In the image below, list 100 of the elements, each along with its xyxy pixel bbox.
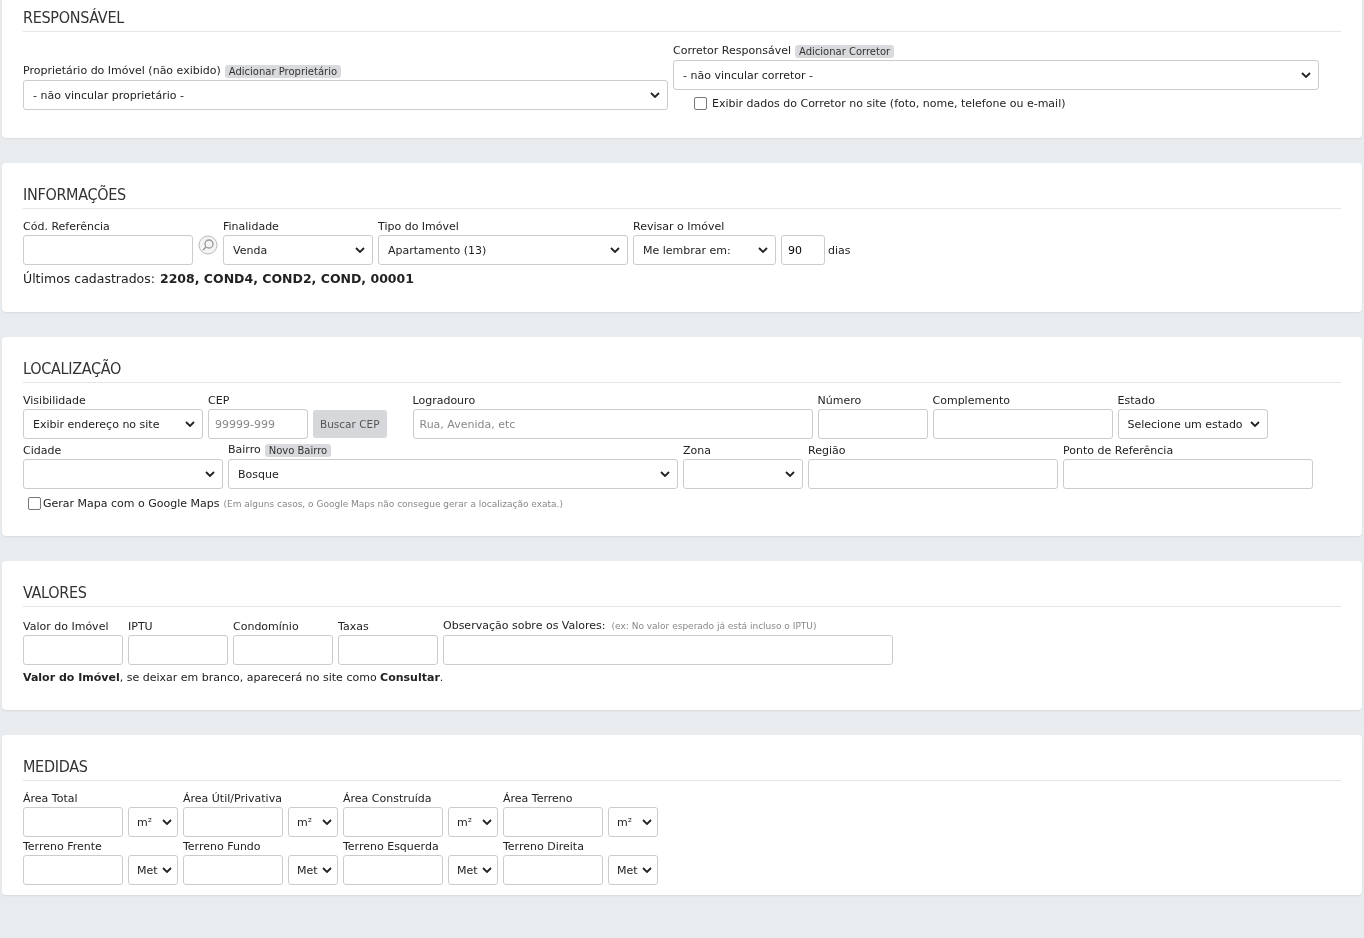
- field-label: Taxas: [338, 619, 370, 635]
- add-owner-button[interactable]: Adicionar Proprietário: [224, 64, 342, 78]
- input-field[interactable]: [808, 459, 1058, 489]
- select-field[interactable]: [23, 459, 223, 489]
- chevron-down-icon: [610, 247, 620, 253]
- field-label: CEP: [208, 393, 231, 409]
- chevron-down-icon: [482, 867, 492, 873]
- field-label: Visibilidade: [23, 393, 87, 409]
- checkbox[interactable]: [694, 97, 707, 110]
- search-icon[interactable]: [198, 235, 218, 255]
- input-field[interactable]: [233, 635, 333, 665]
- chevron-down-icon: [650, 92, 660, 98]
- input-field[interactable]: [23, 235, 193, 265]
- input-field[interactable]: 90: [781, 235, 825, 265]
- section-title: RESPONSÁVEL: [23, 8, 1341, 32]
- checkbox-label: Gerar Mapa com o Google Maps: [43, 497, 220, 510]
- select-field[interactable]: [683, 459, 803, 489]
- input-field[interactable]: 99999-999: [208, 409, 308, 439]
- field-label: Proprietário do Imóvel (não exibido): [23, 63, 221, 79]
- section-title: LOCALIZAÇÃO: [23, 359, 1341, 383]
- field-label: IPTU: [128, 619, 154, 635]
- input-field[interactable]: Rua, Avenida, etc: [412, 409, 813, 439]
- input-field[interactable]: [932, 409, 1113, 439]
- select-field[interactable]: Me lembrar em:: [633, 235, 776, 265]
- add-broker-button[interactable]: Adicionar Corretor: [795, 44, 895, 58]
- field-label: Bairro: [228, 442, 261, 458]
- input-field[interactable]: [343, 807, 443, 837]
- select-field[interactable]: - não vincular proprietário -: [23, 80, 668, 110]
- field-label: Estado: [1117, 393, 1156, 409]
- chevron-down-icon: [1249, 421, 1260, 427]
- field-label: Complemento: [932, 393, 1011, 409]
- search-cep-button[interactable]: Buscar CEP: [313, 410, 387, 438]
- section-title: INFORMAÇÕES: [23, 185, 1341, 209]
- chevron-down-icon: [355, 247, 365, 253]
- field-label: Número: [817, 393, 863, 409]
- input-field[interactable]: [23, 855, 123, 885]
- chevron-down-icon: [785, 471, 795, 477]
- hint-text: (Em alguns casos, o Google Maps não consegue gerar a localização exata.): [223, 498, 563, 509]
- checkbox[interactable]: [28, 497, 41, 510]
- input-field[interactable]: [817, 409, 928, 439]
- input-field[interactable]: [443, 635, 893, 665]
- input-field[interactable]: [338, 635, 438, 665]
- chevron-down-icon: [322, 867, 332, 873]
- field-label: Região: [808, 443, 847, 459]
- input-field[interactable]: [503, 807, 603, 837]
- field-label: Cód. Referência: [23, 219, 111, 235]
- chevron-down-icon: [642, 867, 652, 873]
- select-field[interactable]: m²: [448, 807, 498, 837]
- select-field[interactable]: Met: [128, 855, 178, 885]
- input-field[interactable]: [183, 807, 283, 837]
- select-field[interactable]: m²: [288, 807, 338, 837]
- select-field[interactable]: Apartamento (13): [378, 235, 628, 265]
- field-label: Finalidade: [223, 219, 280, 235]
- field-label: Tipo do Imóvel: [378, 219, 460, 235]
- checkbox-label: Exibir dados do Corretor no site (foto, nome, telefone ou e-mail): [712, 97, 1066, 110]
- hint-text: (ex: No valor esperado já está incluso o IPTU): [611, 621, 817, 631]
- input-field[interactable]: [23, 635, 123, 665]
- select-field[interactable]: Selecione um estado: [1117, 409, 1268, 439]
- select-field[interactable]: Met: [608, 855, 658, 885]
- field-label: Terreno Esquerda: [343, 839, 440, 855]
- field-label: Valor do Imóvel: [23, 619, 110, 635]
- chevron-down-icon: [482, 819, 492, 825]
- field-label: Zona: [683, 443, 712, 459]
- input-field[interactable]: [23, 807, 123, 837]
- input-field[interactable]: [128, 635, 228, 665]
- input-field[interactable]: [343, 855, 443, 885]
- field-label: Terreno Fundo: [183, 839, 262, 855]
- select-field[interactable]: m²: [128, 807, 178, 837]
- select-field[interactable]: Met: [288, 855, 338, 885]
- field-label: Ponto de Referência: [1063, 443, 1175, 459]
- field-label: Observação sobre os Valores:: [443, 618, 606, 634]
- field-label: Logradouro: [412, 393, 477, 409]
- new-neighborhood-button[interactable]: Novo Bairro: [264, 443, 332, 457]
- chevron-down-icon: [185, 421, 195, 427]
- field-label: Área Útil/Privativa: [183, 791, 283, 807]
- select-field[interactable]: Met: [448, 855, 498, 885]
- field-label: Revisar o Imóvel: [633, 219, 726, 235]
- field-label: Condomínio: [233, 619, 300, 635]
- input-field[interactable]: [503, 855, 603, 885]
- chevron-down-icon: [642, 819, 652, 825]
- section-title: VALORES: [23, 583, 1341, 607]
- field-label: Terreno Frente: [23, 839, 103, 855]
- chevron-down-icon: [162, 819, 172, 825]
- input-field[interactable]: [1063, 459, 1313, 489]
- field-label: Terreno Direita: [503, 839, 585, 855]
- chevron-down-icon: [205, 471, 215, 477]
- select-field[interactable]: - não vincular corretor -: [673, 60, 1319, 90]
- select-field[interactable]: Exibir endereço no site: [23, 409, 203, 439]
- select-field[interactable]: m²: [608, 807, 658, 837]
- field-label: Área Terreno: [503, 791, 574, 807]
- select-field[interactable]: Bosque: [228, 459, 678, 489]
- input-field[interactable]: [183, 855, 283, 885]
- chevron-down-icon: [1301, 72, 1311, 78]
- recent-codes: 2208, COND4, COND2, COND, 00001: [159, 271, 414, 286]
- recent-label: Últimos cadastrados:: [23, 271, 155, 286]
- chevron-down-icon: [758, 247, 768, 253]
- field-label: Área Construída: [343, 791, 433, 807]
- section-title: MEDIDAS: [23, 757, 1341, 781]
- select-field[interactable]: Venda: [223, 235, 373, 265]
- chevron-down-icon: [162, 867, 172, 873]
